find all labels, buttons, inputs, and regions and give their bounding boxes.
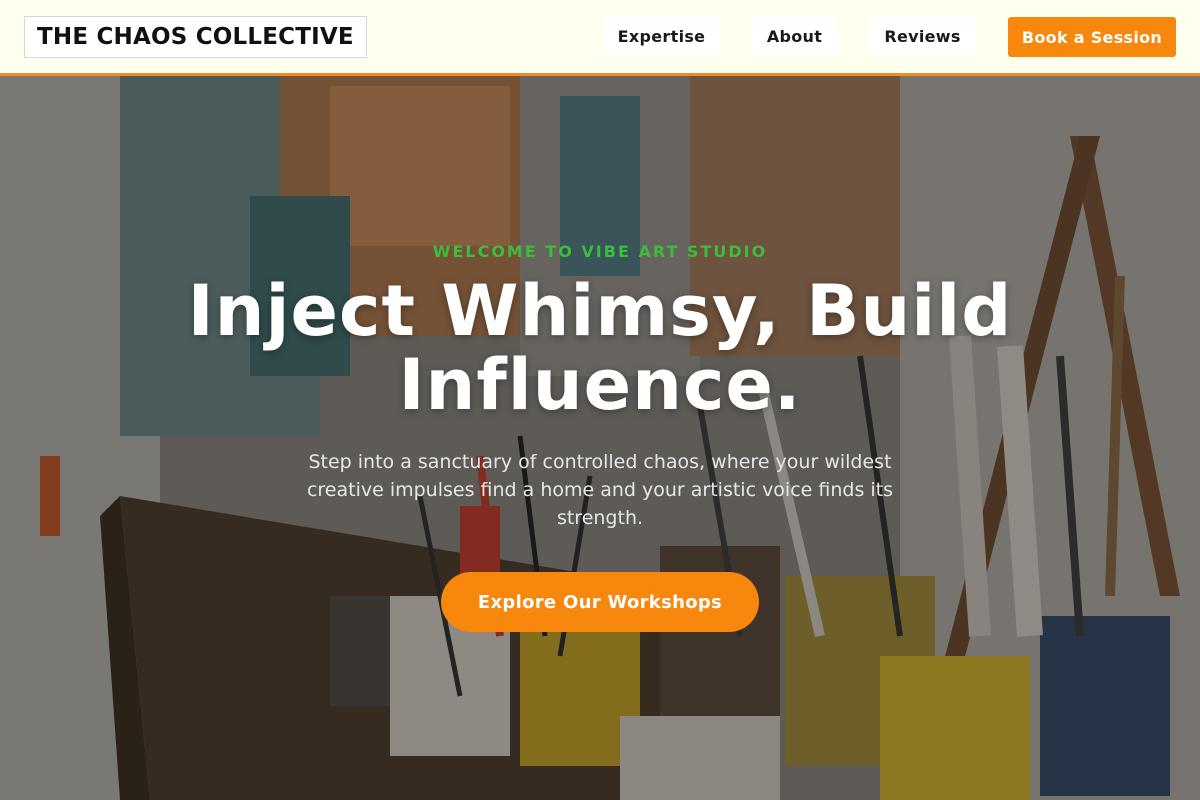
hero-eyebrow: WELCOME TO VIBE ART STUDIO bbox=[432, 242, 768, 261]
hero-headline-line2: Influence. bbox=[398, 344, 802, 426]
hero-section: WELCOME TO VIBE ART STUDIO Inject Whimsy… bbox=[0, 76, 1200, 800]
hero-subtext: Step into a sanctuary of controlled chao… bbox=[306, 451, 894, 529]
book-session-button[interactable]: Book a Session bbox=[1008, 17, 1176, 57]
nav-link-expertise[interactable]: Expertise bbox=[603, 17, 720, 56]
hero-overlay bbox=[0, 76, 1200, 800]
hero-headline: Inject Whimsy, Build Influence. bbox=[100, 274, 1100, 422]
site-logo[interactable]: THE CHAOS COLLECTIVE bbox=[24, 16, 367, 58]
nav-link-reviews[interactable]: Reviews bbox=[869, 17, 976, 56]
hero-headline-line1: Inject Whimsy, Build bbox=[187, 270, 1013, 352]
site-header: THE CHAOS COLLECTIVE Expertise About Rev… bbox=[0, 0, 1200, 76]
nav-link-about[interactable]: About bbox=[752, 17, 837, 56]
explore-workshops-button[interactable]: Explore Our Workshops bbox=[441, 572, 759, 632]
